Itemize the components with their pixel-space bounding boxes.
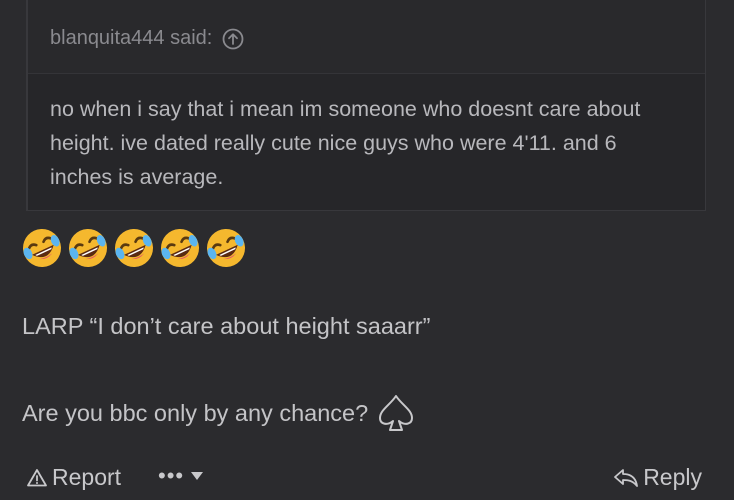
rofl-emoji-icon <box>207 229 245 267</box>
rofl-emoji-icon <box>23 229 61 267</box>
reply-arrow-icon <box>614 468 639 487</box>
rofl-emoji-icon <box>115 229 153 267</box>
reply-label: Reply <box>643 464 702 490</box>
report-button[interactable]: Report <box>26 464 121 491</box>
post-text-line-2: Are you bbc only by any chance? <box>22 393 416 433</box>
spade-icon <box>376 393 416 433</box>
more-label: ••• <box>158 463 185 488</box>
rofl-emoji-icon <box>69 229 107 267</box>
post-text-line-2-label: Are you bbc only by any chance? <box>22 399 369 426</box>
quote-header[interactable]: blanquita444 said: <box>28 0 705 74</box>
arrow-up-circle-icon[interactable] <box>222 28 244 50</box>
post-actions-bar: Report ••• Reply <box>0 458 734 498</box>
report-label: Report <box>52 464 122 490</box>
warning-triangle-icon <box>27 468 47 486</box>
post-text-line-1: LARP “I don’t care about height saaarr” <box>22 313 431 339</box>
reply-button[interactable]: Reply <box>613 464 702 491</box>
quote-text: no when i say that i mean im someone who… <box>50 97 641 189</box>
quote-author: blanquita444 said: <box>50 27 213 49</box>
rofl-emoji-icon <box>161 229 199 267</box>
emoji-row <box>20 226 248 270</box>
more-options-button[interactable]: ••• <box>158 463 204 488</box>
caret-down-icon <box>191 472 204 480</box>
quoted-post: blanquita444 said: no when i say that i … <box>26 0 706 211</box>
